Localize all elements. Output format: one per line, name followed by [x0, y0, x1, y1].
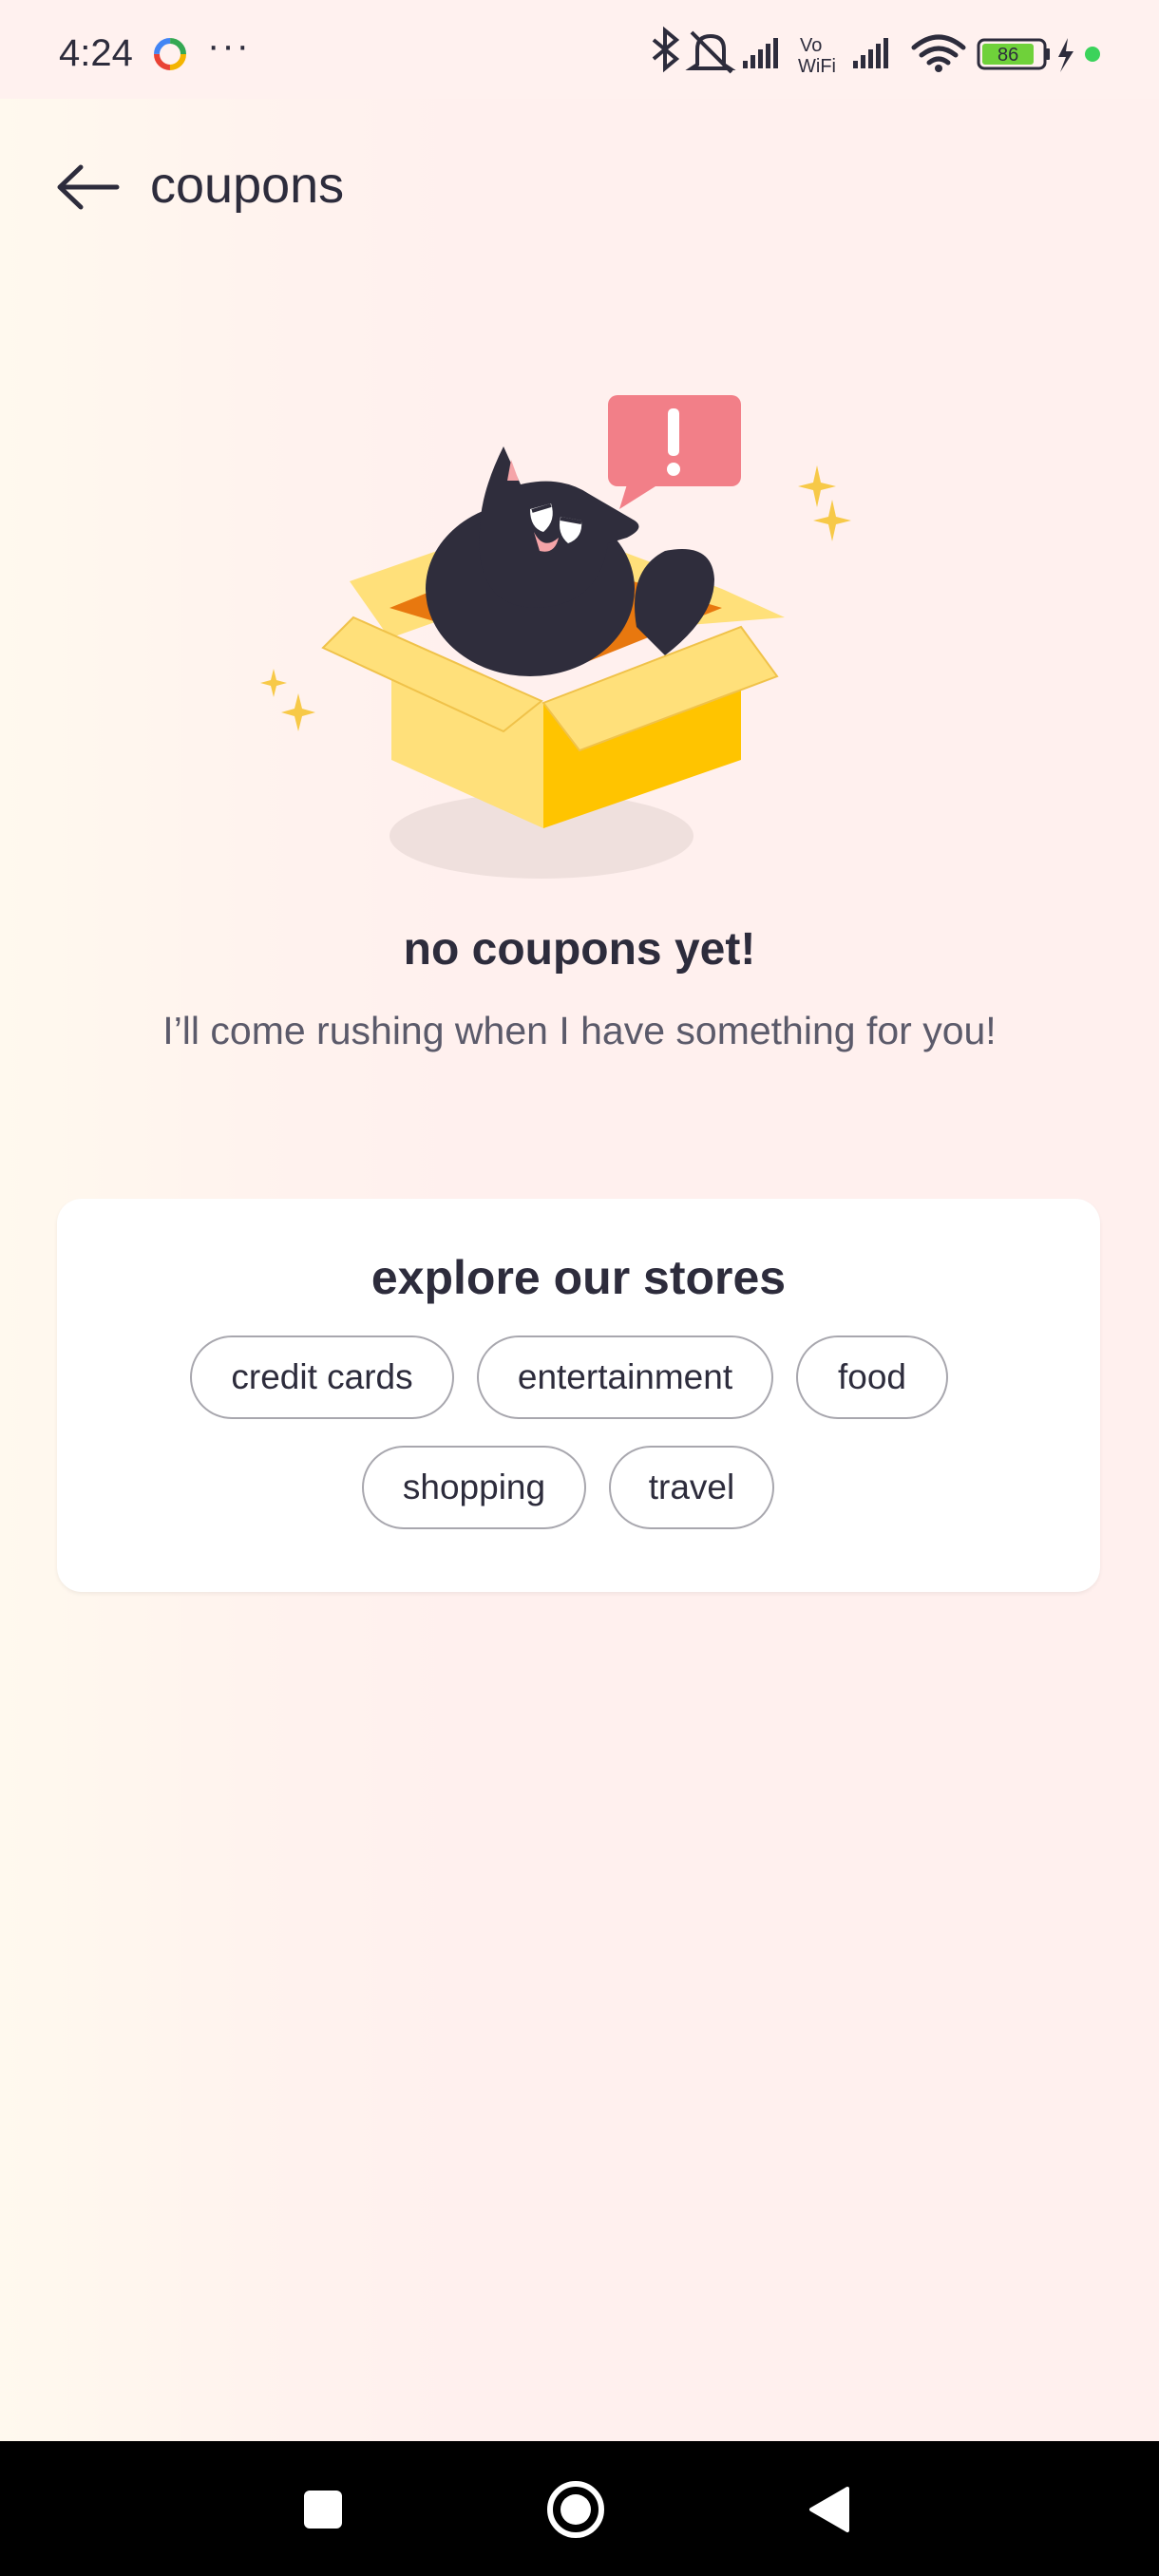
status-icons: Vo WiFi 86: [652, 26, 1100, 77]
category-chip-travel[interactable]: travel: [609, 1446, 774, 1529]
battery-icon: 86: [977, 38, 1050, 70]
circle-icon: [547, 2481, 604, 2538]
status-bar: 4:24 ··· Vo WiFi 86: [0, 0, 1159, 99]
explore-stores-card: explore our stores credit cards entertai…: [57, 1199, 1100, 1592]
back-button[interactable]: [49, 154, 125, 220]
cat-in-box-illustration: [260, 395, 851, 879]
empty-state-title: no coupons yet!: [403, 924, 756, 975]
signal-icon: [743, 38, 778, 68]
bluetooth-icon: [652, 26, 680, 73]
status-time: 4:24: [59, 32, 133, 74]
back-nav-button[interactable]: [790, 2472, 866, 2548]
svg-text:WiFi: WiFi: [798, 56, 836, 77]
charging-icon: [1058, 38, 1074, 72]
svg-text:86: 86: [998, 45, 1018, 66]
category-chip-entertainment[interactable]: entertainment: [477, 1335, 773, 1419]
recents-button[interactable]: [285, 2472, 361, 2548]
alert-bubble-icon: [608, 395, 741, 509]
empty-state-subtitle: I’ll come rushing when I have something …: [162, 1009, 997, 1052]
app-notification-icon: [154, 38, 186, 70]
vowifi-label: Vo: [800, 35, 822, 56]
wifi-icon: [911, 34, 966, 66]
system-nav-bar: [0, 2441, 1159, 2576]
category-chip-shopping[interactable]: shopping: [362, 1446, 586, 1529]
square-icon: [304, 2491, 342, 2529]
explore-stores-title: explore our stores: [370, 1251, 787, 1304]
triangle-back-icon: [809, 2487, 849, 2532]
home-button[interactable]: [538, 2472, 614, 2548]
category-chip-credit-cards[interactable]: credit cards: [190, 1335, 454, 1419]
bell-muted-icon: [685, 30, 736, 74]
active-dot-icon: [1085, 47, 1100, 62]
arrow-left-icon: [57, 164, 120, 210]
category-chip-food[interactable]: food: [796, 1335, 948, 1419]
signal-2-icon: [853, 38, 888, 68]
app-bar: coupons: [0, 133, 1159, 237]
page-title: coupons: [150, 157, 345, 214]
more-notifications-icon: ···: [207, 25, 251, 66]
